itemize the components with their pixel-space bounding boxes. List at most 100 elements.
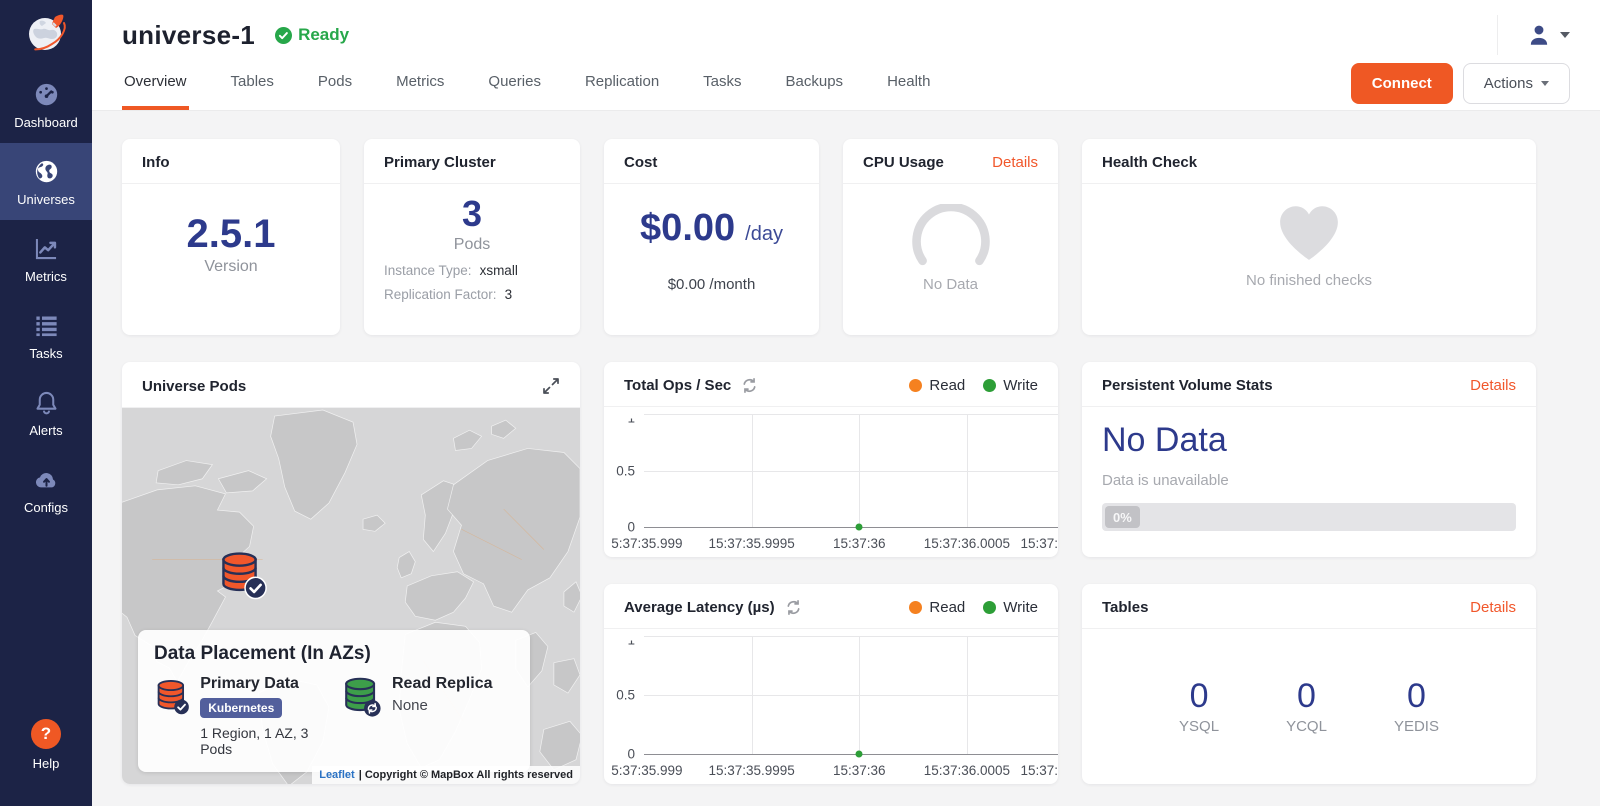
sidebar-item-configs[interactable]: Configs [0, 451, 92, 528]
yedis-counter: 0 YEDIS [1394, 678, 1439, 734]
write-legend-dot [983, 379, 996, 392]
sidebar-item-help[interactable]: ? Help [0, 704, 92, 784]
x-tick: 15:37:36 [833, 763, 886, 778]
ycql-count: 0 [1286, 678, 1327, 715]
tab-health[interactable]: Health [885, 57, 932, 110]
chart-legend: Read Write [909, 377, 1038, 394]
x-axis-labels: 5:37:35.999 15:37:35.9995 15:37:36 15:37… [644, 536, 1058, 552]
card-universe-pods: Universe Pods [122, 362, 580, 784]
chart-legend: Read Write [909, 599, 1038, 616]
health-empty-label: No finished checks [1246, 272, 1372, 289]
pods-count: 3 [384, 194, 560, 234]
data-placement-panel: Data Placement (In AZs) [138, 630, 530, 772]
sidebar-item-label: Tasks [29, 346, 62, 361]
map-attribution: Leaflet | Copyright © MapBox All rights … [312, 766, 580, 784]
volume-subtitle: Data is unavailable [1102, 472, 1516, 489]
tab-pods[interactable]: Pods [316, 57, 354, 110]
sidebar-item-label: Universes [17, 192, 75, 207]
sidebar-item-label: Metrics [25, 269, 67, 284]
card-title: Persistent Volume Stats [1102, 377, 1273, 394]
sidebar-item-alerts[interactable]: Alerts [0, 374, 92, 451]
instance-type-value: xsmall [480, 263, 518, 278]
tab-queries[interactable]: Queries [486, 57, 543, 110]
sidebar-item-dashboard[interactable]: Dashboard [0, 66, 92, 143]
bell-icon [33, 389, 60, 416]
globe-icon [33, 158, 60, 185]
sidebar-item-label: Configs [24, 500, 68, 515]
attribution-text: | Copyright © MapBox All rights reserved [359, 769, 573, 781]
read-replica-entry: Read Replica None [341, 675, 514, 757]
card-cpu-usage: CPU Usage Details No Data [843, 139, 1058, 335]
tab-overview[interactable]: Overview [122, 57, 189, 110]
instance-type-key: Instance Type: [384, 263, 472, 278]
refresh-icon[interactable] [785, 599, 802, 616]
chevron-down-icon [1541, 81, 1549, 86]
cost-per-day-value: $0.00 [640, 208, 735, 250]
pods-map[interactable]: Data Placement (In AZs) [122, 408, 580, 784]
x-tick: 5:37:35.999 [611, 763, 682, 778]
chevron-down-icon [1560, 32, 1570, 38]
leaflet-link[interactable]: Leaflet [319, 769, 354, 781]
total-ops-chart: 1 0.5 0 5:37:35.999 15:37:35.9995 15:37:… [604, 407, 1058, 557]
read-legend-label: Read [929, 599, 965, 616]
tables-details-link[interactable]: Details [1470, 599, 1516, 616]
read-replica-label: Read Replica [392, 675, 492, 693]
connect-button[interactable]: Connect [1351, 63, 1453, 104]
sidebar-item-universes[interactable]: Universes [0, 143, 92, 220]
universe-header: universe-1 Ready Overview Tables Pods [92, 0, 1600, 111]
volume-progress-bar: 0% [1102, 503, 1516, 531]
refresh-icon[interactable] [741, 377, 758, 394]
card-title: Total Ops / Sec [624, 377, 731, 394]
x-axis-labels: 5:37:35.999 15:37:35.9995 15:37:36 15:37… [644, 763, 1058, 779]
write-legend-label: Write [1003, 377, 1038, 394]
planet-rocket-icon [20, 7, 72, 59]
sidebar-item-label: Alerts [29, 423, 62, 438]
read-replica-value: None [392, 697, 492, 714]
user-menu[interactable] [1497, 15, 1570, 55]
y-tick-0: 0 [627, 520, 635, 535]
plot-area: 1 0.5 0 [644, 636, 1058, 755]
user-avatar-icon [1526, 22, 1552, 48]
tab-tasks[interactable]: Tasks [701, 57, 743, 110]
write-data-point [856, 751, 863, 758]
x-tick: 5:37:35.999 [611, 536, 682, 551]
card-tables: Tables Details 0 YSQL 0 YCQL 0 YEDIS [1082, 584, 1536, 784]
plot-area: 1 0.5 0 [644, 414, 1058, 528]
cpu-details-link[interactable]: Details [992, 154, 1038, 171]
volume-details-link[interactable]: Details [1470, 377, 1516, 394]
primary-database-icon [154, 675, 189, 719]
primary-data-summary: 1 Region, 1 AZ, 3 Pods [200, 725, 327, 757]
write-legend-dot [983, 601, 996, 614]
card-total-ops: Total Ops / Sec Read Write 1 0.5 [604, 362, 1058, 557]
check-circle-icon [275, 27, 292, 44]
write-data-point [856, 524, 863, 531]
volume-no-data: No Data [1102, 421, 1516, 460]
card-title: Primary Cluster [384, 154, 496, 171]
main-area: universe-1 Ready Overview Tables Pods [92, 0, 1600, 806]
sidebar-item-metrics[interactable]: Metrics [0, 220, 92, 297]
gauge-icon [33, 81, 60, 108]
primary-data-label: Primary Data [200, 675, 327, 693]
yedis-count: 0 [1394, 678, 1439, 715]
ycql-counter: 0 YCQL [1286, 678, 1327, 734]
heart-icon [1276, 202, 1342, 262]
tab-metrics[interactable]: Metrics [394, 57, 446, 110]
card-title: Info [142, 154, 170, 171]
question-icon: ? [31, 719, 61, 749]
data-placement-title: Data Placement (In AZs) [154, 643, 514, 665]
tab-backups[interactable]: Backups [784, 57, 846, 110]
volume-progress-label: 0% [1105, 506, 1140, 528]
sidebar-item-tasks[interactable]: Tasks [0, 297, 92, 374]
card-cost: Cost $0.00 /day $0.00 /month [604, 139, 819, 335]
tab-replication[interactable]: Replication [583, 57, 661, 110]
cpu-empty-label: No Data [923, 276, 978, 293]
expand-icon[interactable] [542, 377, 560, 395]
actions-button[interactable]: Actions [1463, 63, 1570, 104]
tab-tables[interactable]: Tables [229, 57, 276, 110]
card-title: Tables [1102, 599, 1148, 616]
sidebar-item-label: Help [33, 756, 60, 771]
replication-factor-key: Replication Factor: [384, 287, 497, 302]
ysql-count: 0 [1179, 678, 1219, 715]
version-label: Version [204, 258, 257, 276]
yugabyte-planet-logo [0, 0, 92, 66]
